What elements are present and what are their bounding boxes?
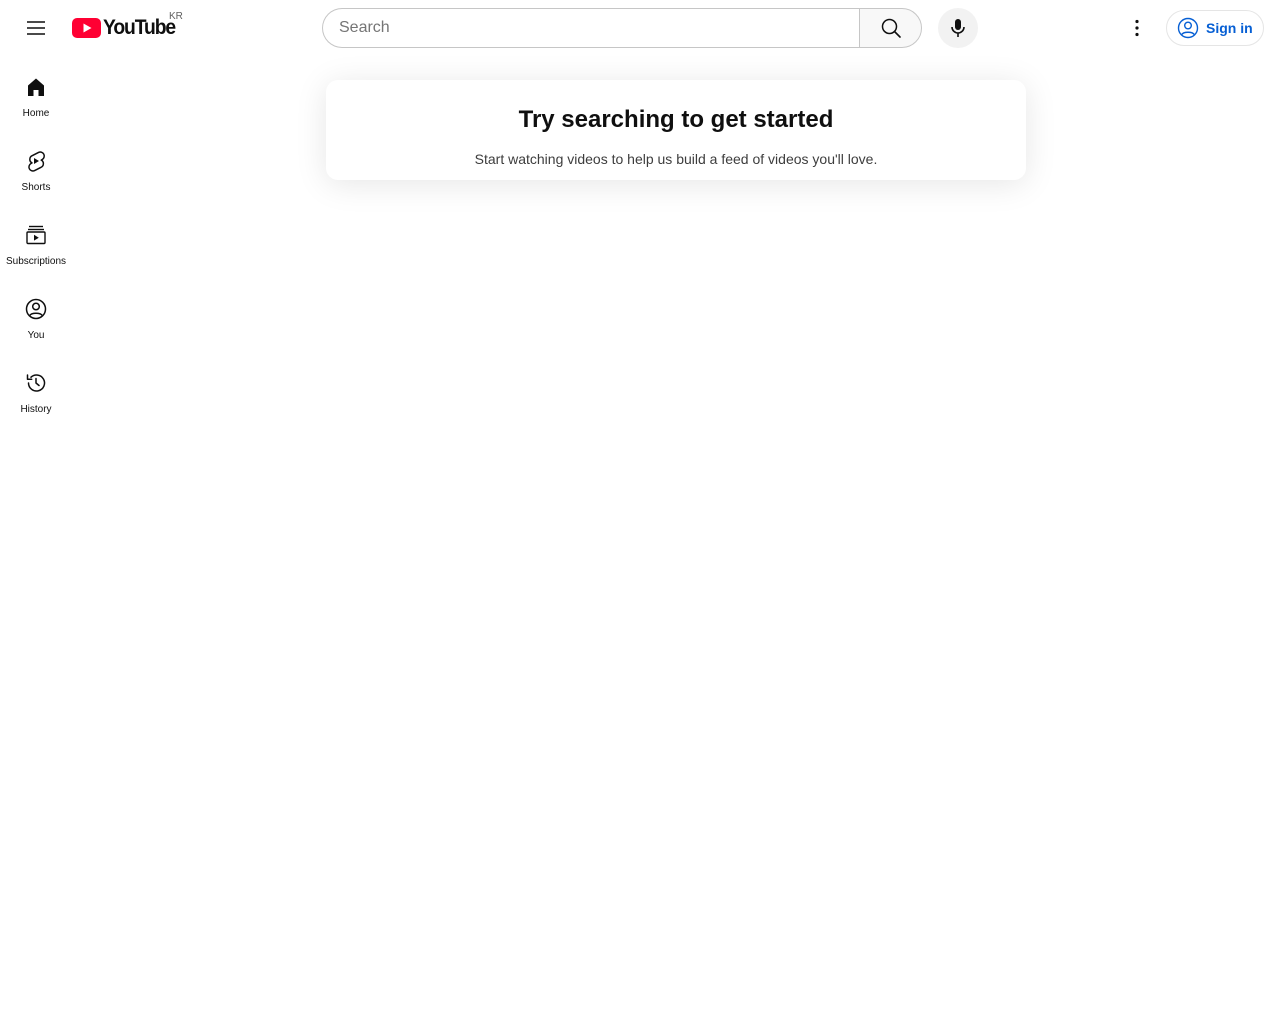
- guide-item-label: Subscriptions: [5, 256, 67, 267]
- history-icon: [24, 371, 48, 395]
- guide-item-shorts[interactable]: Shorts: [0, 130, 72, 204]
- more-vertical-icon: [1135, 19, 1139, 37]
- guide-item-history[interactable]: History: [0, 352, 72, 426]
- guide-item-label: History: [20, 404, 52, 415]
- logo-wordmark: YouTube: [103, 16, 176, 39]
- guide-item-label: You: [27, 330, 45, 341]
- guide-menu-button[interactable]: [16, 8, 56, 48]
- microphone-icon: [951, 19, 965, 37]
- mini-guide: Home Shorts Subscriptions You History: [0, 56, 72, 426]
- sign-in-label: Sign in: [1206, 20, 1253, 36]
- home-icon: [24, 75, 48, 99]
- settings-more-button[interactable]: [1117, 8, 1157, 48]
- shorts-icon: [24, 149, 48, 173]
- youtube-logo[interactable]: YouTube KR: [72, 11, 183, 42]
- search-button[interactable]: [859, 8, 922, 48]
- guide-item-label: Shorts: [21, 182, 51, 193]
- feed-nudge-subtitle: Start watching videos to help us build a…: [474, 151, 878, 167]
- guide-item-you[interactable]: You: [0, 278, 72, 352]
- guide-item-home[interactable]: Home: [0, 56, 72, 130]
- sign-in-button[interactable]: Sign in: [1166, 10, 1264, 46]
- you-icon: [24, 297, 48, 321]
- guide-item-subscriptions[interactable]: Subscriptions: [0, 204, 72, 278]
- feed-nudge-card: Try searching to get started Start watch…: [326, 80, 1026, 180]
- search-icon: [881, 18, 901, 38]
- guide-item-label: Home: [22, 108, 50, 119]
- hamburger-menu-icon: [27, 21, 45, 35]
- search-input[interactable]: [322, 8, 859, 48]
- youtube-play-icon: [72, 18, 101, 38]
- account-circle-icon: [1177, 17, 1199, 39]
- subscriptions-icon: [24, 223, 48, 247]
- country-code: KR: [169, 11, 183, 22]
- search-box: [322, 8, 922, 48]
- masthead: YouTube KR Sign in: [0, 0, 1280, 56]
- feed-nudge-title: Try searching to get started: [518, 106, 834, 133]
- voice-search-button[interactable]: [938, 8, 978, 48]
